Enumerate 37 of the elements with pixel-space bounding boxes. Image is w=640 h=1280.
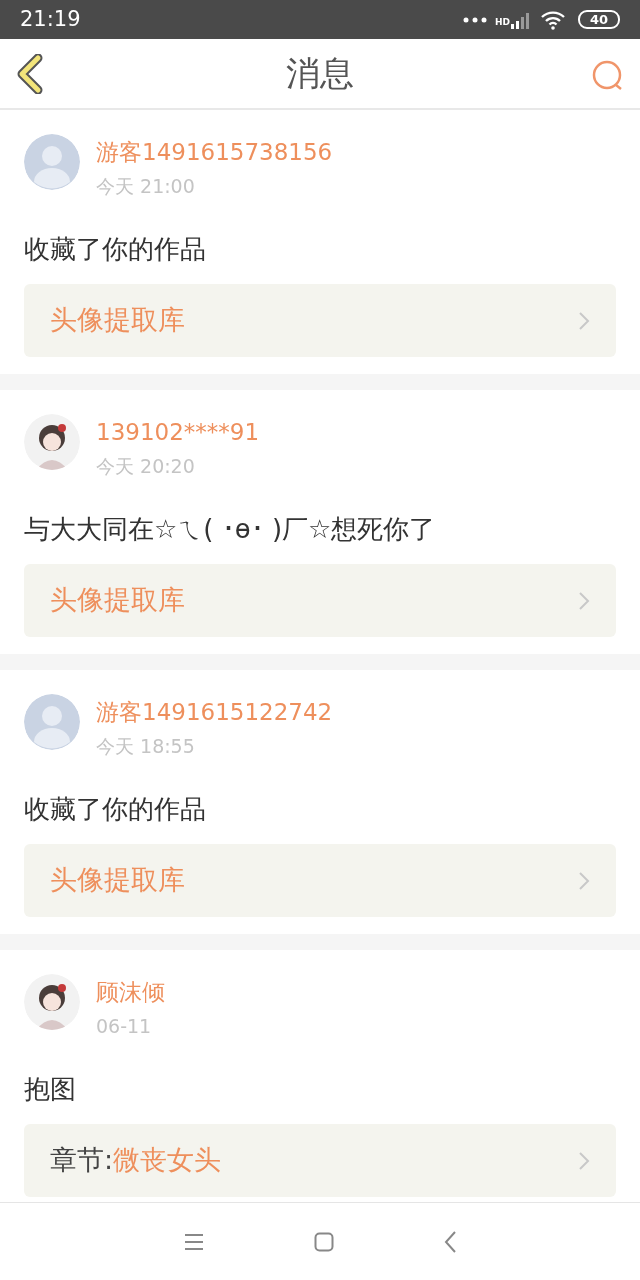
timestamp: 06-11	[96, 1014, 153, 1039]
page-title: 消息	[286, 52, 354, 95]
signal-icon	[509, 10, 532, 29]
work-title: 头像提取库	[50, 303, 185, 338]
message-text: 收藏了你的作品	[24, 793, 207, 826]
message-text: 与大大同在☆ㄟ( ･ө･ )厂☆想死你了	[24, 513, 437, 546]
menu-icon[interactable]	[184, 1232, 204, 1251]
chevron-icon	[578, 870, 590, 891]
user-name[interactable]: 游客1491615738156	[96, 136, 333, 168]
clock: 21:19	[20, 5, 81, 33]
chevron-icon	[578, 1150, 590, 1171]
back-icon[interactable]	[444, 1230, 456, 1253]
battery-indicator: 40	[577, 10, 620, 29]
work-link[interactable]: 头像提取库	[24, 284, 616, 357]
timestamp: 今天 21:00	[96, 174, 196, 199]
chevron-icon	[578, 310, 590, 331]
user-name[interactable]: 顾沫倾	[96, 976, 165, 1008]
wifi-icon	[539, 9, 566, 30]
work-title: 头像提取库	[50, 863, 185, 898]
user-name[interactable]: 139102****91	[96, 416, 260, 448]
more-icon	[462, 16, 487, 23]
network-label: HD	[494, 15, 510, 29]
back-icon[interactable]	[16, 54, 44, 94]
message-text: 抱图	[24, 1073, 77, 1106]
work-link[interactable]: 头像提取库	[24, 564, 616, 637]
work-link[interactable]: 章节:微丧女头	[24, 1124, 616, 1197]
search-icon[interactable]	[592, 60, 624, 92]
link-label: 章节:	[50, 1143, 114, 1178]
work-link[interactable]: 头像提取库	[24, 844, 616, 917]
work-title: 微丧女头	[113, 1143, 222, 1178]
home-icon[interactable]	[314, 1231, 334, 1252]
work-title: 头像提取库	[50, 583, 185, 618]
timestamp: 今天 18:55	[96, 734, 196, 759]
message-text: 收藏了你的作品	[24, 233, 207, 266]
user-name[interactable]: 游客1491615122742	[96, 696, 333, 728]
chevron-icon	[578, 590, 590, 611]
timestamp: 今天 20:20	[96, 454, 196, 479]
